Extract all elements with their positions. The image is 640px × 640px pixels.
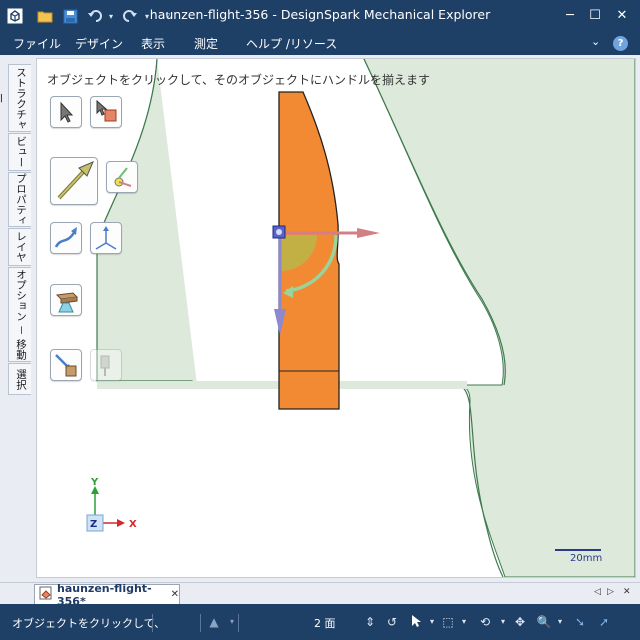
- tab-nav-next[interactable]: ▷: [607, 587, 614, 597]
- undo-select-icon[interactable]: ↺: [384, 614, 400, 630]
- tab-options-move[interactable]: オプション － 移動: [8, 267, 31, 362]
- document-tab[interactable]: haunzen-flight-356* ✕: [34, 582, 180, 608]
- tab-select[interactable]: 選択: [8, 363, 31, 395]
- move-arrow-icon: [57, 161, 94, 200]
- close-button[interactable]: ✕: [610, 6, 634, 26]
- status-bar: オブジェクトをクリックして、 ▲ ▾ 2 面 ⇕ ↺ ▾ ⬚ ▾ ⟲ ▾ ✥ 🔍…: [0, 604, 640, 640]
- pan-icon[interactable]: ✥: [512, 614, 528, 630]
- orientation-triad[interactable]: Y Z X: [77, 477, 147, 547]
- scale-bar: [555, 549, 601, 551]
- box-select-icon[interactable]: ⬚: [440, 614, 456, 630]
- select-cursor-icon[interactable]: [408, 614, 424, 630]
- select-tool-button[interactable]: [50, 96, 82, 128]
- pull-tool-button[interactable]: [106, 161, 138, 193]
- viewport-3d[interactable]: オブジェクトをクリックして、そのオブジェクトにハンドルを揃えます Y Z X 2…: [36, 58, 636, 578]
- help-icon[interactable]: ?: [613, 36, 628, 51]
- anchor-tool-button[interactable]: [50, 284, 82, 316]
- document-icon: [39, 586, 53, 603]
- triad-z-label: Z: [90, 519, 97, 530]
- axis-arrows-icon: [95, 226, 117, 250]
- cursor-arrow-icon: [60, 101, 74, 123]
- menu-bar: ファイル デザイン 表示 測定 ヘルプ /リソース ⌄ ?: [0, 31, 640, 55]
- selection-count: 2 面: [314, 617, 336, 630]
- menu-view[interactable]: 表示: [141, 35, 165, 52]
- axis-move-button[interactable]: [90, 222, 122, 254]
- zoom-icon[interactable]: 🔍: [536, 614, 552, 630]
- anchor-point-icon: [114, 167, 132, 187]
- menu-measure[interactable]: 測定: [194, 35, 218, 52]
- menu-file[interactable]: ファイル: [13, 35, 61, 52]
- previous-view-icon[interactable]: ➘: [572, 614, 588, 630]
- detach-tool-button[interactable]: [50, 349, 82, 381]
- curve-arrow-icon: [54, 227, 77, 248]
- tab-layers[interactable]: レイヤ: [8, 228, 31, 266]
- pointer-box-icon: [55, 354, 77, 377]
- status-separator: [200, 614, 201, 632]
- zoom-dropdown[interactable]: ▾: [552, 614, 568, 630]
- rotate-dropdown[interactable]: ▾: [495, 614, 511, 630]
- window-title: haunzen-flight-356 - DesignSpark Mechani…: [149, 7, 491, 22]
- left-panel: ストラクチャー ビュー プロパティ レイヤ オプション － 移動 選択: [0, 55, 33, 582]
- ruler-icon: [100, 355, 110, 376]
- status-message: オブジェクトをクリックして、: [12, 617, 166, 630]
- triad-x-label: X: [129, 519, 137, 530]
- scale-label: 20mm: [570, 553, 603, 564]
- sketch-region: [96, 59, 635, 577]
- triangle-up-icon: ▲: [209, 615, 219, 629]
- move-tool-button[interactable]: [50, 157, 98, 205]
- status-separator: [152, 614, 153, 632]
- title-bar: ▾ ▾ ▿ haunzen-flight-356 - DesignSpark M…: [0, 0, 640, 31]
- select-box-icon: [96, 99, 117, 122]
- selection-spin-icon[interactable]: ⇕: [362, 614, 378, 630]
- menu-help[interactable]: ヘルプ /リソース: [246, 35, 337, 52]
- maximize-button[interactable]: ☐: [583, 6, 607, 26]
- triad-y-label: Y: [90, 477, 99, 488]
- minimize-button[interactable]: ─: [558, 6, 582, 26]
- document-tab-close[interactable]: ✕: [171, 589, 179, 600]
- viewport-hint: オブジェクトをクリックして、そのオブジェクトにハンドルを揃えます: [47, 73, 431, 87]
- select-component-button[interactable]: [90, 96, 122, 128]
- line-move-button[interactable]: [50, 222, 82, 254]
- block-icon: [55, 292, 79, 313]
- box-select-dropdown[interactable]: ▾: [456, 614, 472, 630]
- document-tab-bar: haunzen-flight-356* ✕ ◁ ▷ ✕: [0, 582, 640, 608]
- design-canvas: オブジェクトをクリックして、そのオブジェクトにハンドルを揃えます Y Z X 2…: [33, 55, 640, 582]
- tab-view[interactable]: ビュー: [8, 133, 31, 171]
- tab-structure[interactable]: ストラクチャー: [0, 64, 31, 132]
- tab-properties[interactable]: プロパティ: [8, 172, 31, 227]
- status-separator: [238, 614, 239, 632]
- rotate-view-icon[interactable]: ⟲: [477, 614, 493, 630]
- menu-design[interactable]: デザイン: [75, 35, 123, 52]
- select-mode-dropdown[interactable]: ▾: [424, 614, 440, 630]
- next-view-icon[interactable]: ➚: [596, 614, 612, 630]
- ruler-tool-button[interactable]: [90, 349, 122, 381]
- tab-close-all[interactable]: ✕: [623, 587, 631, 597]
- ribbon-collapse-icon[interactable]: ⌄: [591, 35, 600, 48]
- tab-nav-prev[interactable]: ◁: [594, 587, 601, 597]
